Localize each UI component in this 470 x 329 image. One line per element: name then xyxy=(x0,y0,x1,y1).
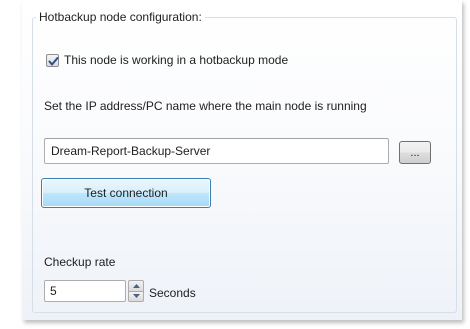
main-node-instruction: Set the IP address/PC name where the mai… xyxy=(44,99,367,113)
group-title: Hotbackup node configuration: xyxy=(36,9,205,25)
triangle-down-icon xyxy=(132,294,140,299)
check-icon xyxy=(48,56,59,65)
hotbackup-mode-checkbox[interactable] xyxy=(46,53,59,67)
triangle-up-icon xyxy=(132,283,140,288)
main-node-address-input[interactable] xyxy=(44,138,389,164)
browse-button[interactable]: ... xyxy=(399,141,431,164)
hotbackup-mode-label[interactable]: This node is working in a hotbackup mode xyxy=(64,52,288,68)
checkup-rate-input[interactable] xyxy=(44,280,126,302)
checkup-rate-label: Checkup rate xyxy=(44,255,116,269)
spin-buttons xyxy=(128,280,144,302)
test-connection-button[interactable]: Test connection xyxy=(41,178,211,208)
checkup-rate-unit: Seconds xyxy=(149,286,196,300)
spin-up-button[interactable] xyxy=(128,280,144,292)
hotbackup-mode-row[interactable]: This node is working in a hotbackup mode xyxy=(46,52,288,68)
spin-down-button[interactable] xyxy=(128,291,144,302)
hotbackup-config-panel: Hotbackup node configuration: This node … xyxy=(22,0,462,320)
checkup-rate-spinner[interactable] xyxy=(44,280,146,302)
